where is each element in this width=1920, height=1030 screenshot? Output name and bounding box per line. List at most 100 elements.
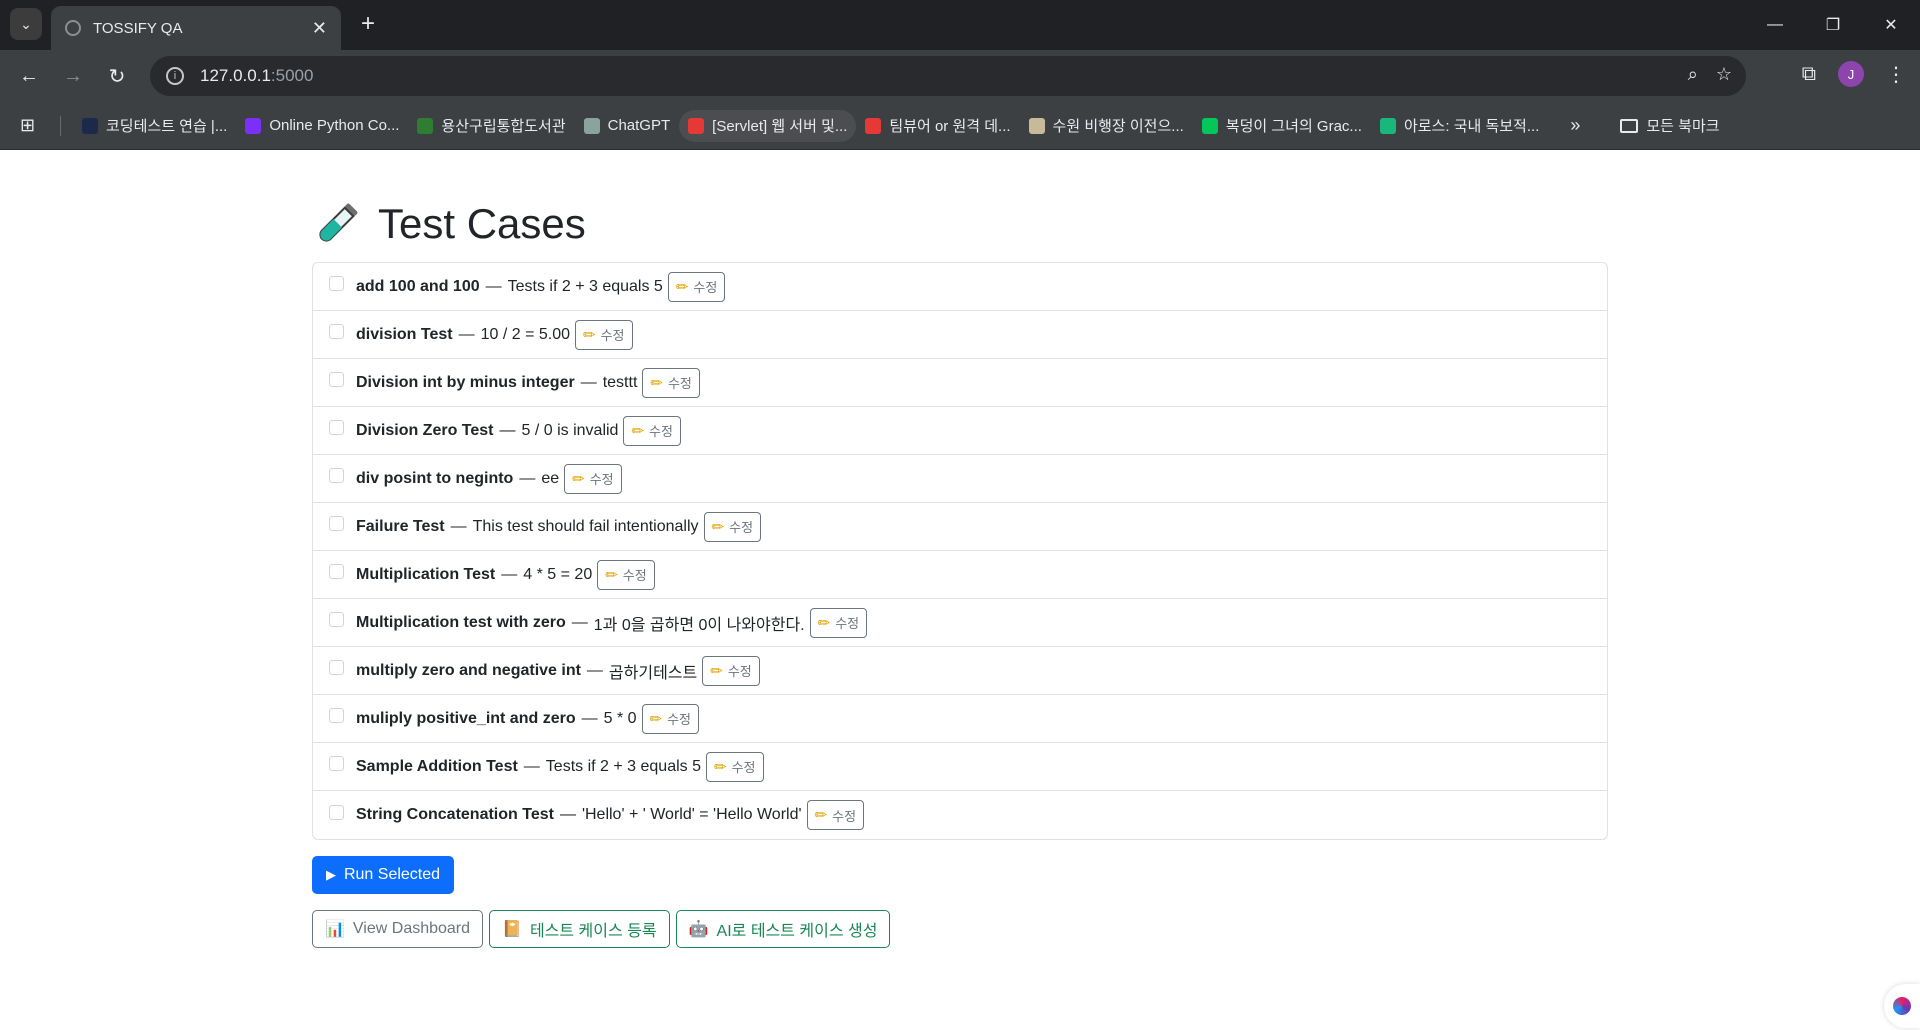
menu-icon[interactable]: ⋮ [1886,62,1906,87]
pencil-icon: ✏ [649,710,663,728]
test-case-checkbox[interactable] [329,516,344,531]
register-test-case-button[interactable]: 📔 테스트 케이스 등록 [489,910,670,948]
profile-avatar[interactable]: J [1838,61,1864,87]
more-bookmarks-icon[interactable]: » [1570,115,1580,136]
pencil-icon: ✏ [572,470,585,488]
page-title-text: Test Cases [378,200,586,247]
test-case-checkbox[interactable] [329,276,344,291]
test-case-row: Division int by minus integer — testtt ✏ 수정 [313,359,1607,407]
test-case-checkbox[interactable] [329,420,344,435]
edit-label: 수정 [622,568,647,583]
bookmark-favicon-icon [865,117,882,134]
pencil-icon: ✏ [814,807,828,824]
test-case-list: add 100 and 100 — Tests if 2 + 3 equals 5 ✏… [312,262,1608,840]
all-bookmarks-folder[interactable]: 모든 북마크 [1620,115,1720,136]
edit-label: 수정 [832,808,857,824]
forward-icon[interactable]: → [58,61,88,91]
action-buttons: 📊 View Dashboard 📔 테스트 케이스 등록 🤖 AI로 테스트 … [312,910,1608,948]
test-case-name: Division Zero Test [356,421,494,439]
bookmark-item[interactable]: 팀뷰어 or 원격 데... [856,110,1019,142]
bookmark-label: 팀뷰어 or 원격 데... [889,118,1011,135]
edit-label: 수정 [835,616,860,631]
edit-button[interactable]: ✏ 수정 [597,559,655,590]
view-dashboard-button[interactable]: 📊 View Dashboard [312,910,484,948]
apps-grid-icon[interactable]: ⊞ [20,115,42,136]
bookmark-star-icon[interactable]: ☆ [1716,64,1732,85]
test-case-name: division Test [356,325,453,343]
test-case-checkbox[interactable] [329,660,344,675]
bar-chart-icon: 📊 [325,921,345,938]
edit-button[interactable]: ✏ 수정 [806,800,865,830]
edit-label: 수정 [731,760,756,775]
test-case-name: Multiplication Test [356,565,496,583]
bookmark-item[interactable]: 복덩이 그녀의 Grac... [1193,110,1371,142]
edit-button[interactable]: ✏ 수정 [703,511,762,542]
ai-generate-button[interactable]: 🤖 AI로 테스트 케이스 생성 [675,910,891,948]
test-case-description: 1과 0을 곱하면 0이 나와야한다. [593,616,805,634]
site-info-icon[interactable]: i [166,67,184,85]
bookmark-item[interactable]: 용산구립통합도서관 [408,110,574,142]
edit-button[interactable]: ✏ 수정 [641,703,700,734]
test-case-row: muliply positive_int and zero — 5 * 0 ✏ 수정 [313,695,1607,743]
folder-icon [1620,118,1639,133]
bookmark-item[interactable]: ChatGPT [575,110,680,142]
test-case-row: Sample Addition Test — Tests if 2 + 3 equa… [313,743,1607,791]
test-case-row: add 100 and 100— Tests if 2 + 3 equals 5 ✏… [313,263,1607,311]
reload-icon[interactable]: ↻ [102,61,132,91]
extensions-icon[interactable]: ⧉ [1802,63,1816,86]
edit-button[interactable]: ✏ 수정 [706,751,764,782]
active-tab[interactable]: TOSSIFY QA ✕ [51,6,341,50]
pencil-icon: ✏ [631,422,645,440]
all-bookmarks-label: 모든 북마크 [1646,118,1720,135]
test-case-checkbox[interactable] [329,756,344,771]
separator-dash: — [559,806,576,823]
close-window-icon[interactable]: ✕ [1862,0,1920,50]
edit-button[interactable]: ✏ 수정 [564,463,622,494]
pencil-icon: ✏ [675,278,689,296]
edit-button[interactable]: ✏ 수정 [623,415,681,446]
restore-icon[interactable]: ❐ [1804,0,1862,50]
test-case-checkbox[interactable] [329,324,344,339]
bookmark-item[interactable]: [Servlet] 웹 서버 및... [679,109,857,142]
run-selected-label: Run Selected [343,866,441,883]
close-tab-icon[interactable]: ✕ [312,18,327,39]
edit-button[interactable]: ✏ 수정 [575,319,633,350]
test-case-description: 10 / 2 = 5.00 [480,325,571,343]
test-tube-icon [319,203,358,242]
minimize-icon[interactable]: — [1746,0,1804,50]
browser-toolbar: ← → ↻ i 127.0.0.1:5000 ⌕ ☆ ⧉ J ⋮ [0,50,1920,102]
zoom-icon[interactable]: ⌕ [1688,64,1698,85]
test-case-row: String Concatenation Test — 'Hello' + ' Wo… [313,791,1607,839]
bookmark-item[interactable]: 코딩테스트 연습 |... [73,110,236,142]
test-case-checkbox[interactable] [329,804,344,820]
run-selected-button[interactable]: ▶ Run Selected [312,856,454,894]
test-case-name: multiply zero and negative int [356,661,581,679]
edit-button[interactable]: ✏ 수정 [667,271,726,302]
back-icon[interactable]: ← [14,61,44,91]
test-case-name: String Concatenation Test [356,806,554,823]
address-bar[interactable]: i 127.0.0.1:5000 ⌕ ☆ [150,56,1746,96]
floating-extension-button[interactable] [1884,984,1920,1028]
test-case-name: muliply positive_int and zero [356,709,576,727]
edit-button[interactable]: ✏ 수정 [809,607,868,638]
bookmark-item[interactable]: 아로스: 국내 독보적... [1371,110,1548,142]
extension-logo-icon [1893,997,1911,1015]
new-tab-button[interactable]: + [352,8,384,40]
separator-dash: — [580,373,597,391]
bookmark-item[interactable]: Online Python Co... [236,110,408,142]
edit-label: 수정 [667,376,692,391]
bookmark-favicon-icon [1201,117,1218,134]
separator-dash: — [485,277,502,295]
tab-search-button[interactable]: ⌄ [10,8,42,40]
test-case-row: Division Zero Test — 5 / 0 is invalid ✏ 수정 [313,407,1607,455]
test-case-checkbox[interactable] [329,612,344,627]
test-case-row: div posint to neginto — ee ✏ 수정 [313,455,1607,503]
test-case-checkbox[interactable] [329,564,344,579]
test-case-checkbox[interactable] [329,708,344,723]
separator-dash: — [499,421,516,439]
edit-button[interactable]: ✏ 수정 [642,367,700,398]
test-case-checkbox[interactable] [329,468,344,483]
test-case-checkbox[interactable] [329,372,344,387]
edit-button[interactable]: ✏ 수정 [702,655,760,686]
bookmark-item[interactable]: 수원 비행장 이전으... [1020,110,1193,142]
